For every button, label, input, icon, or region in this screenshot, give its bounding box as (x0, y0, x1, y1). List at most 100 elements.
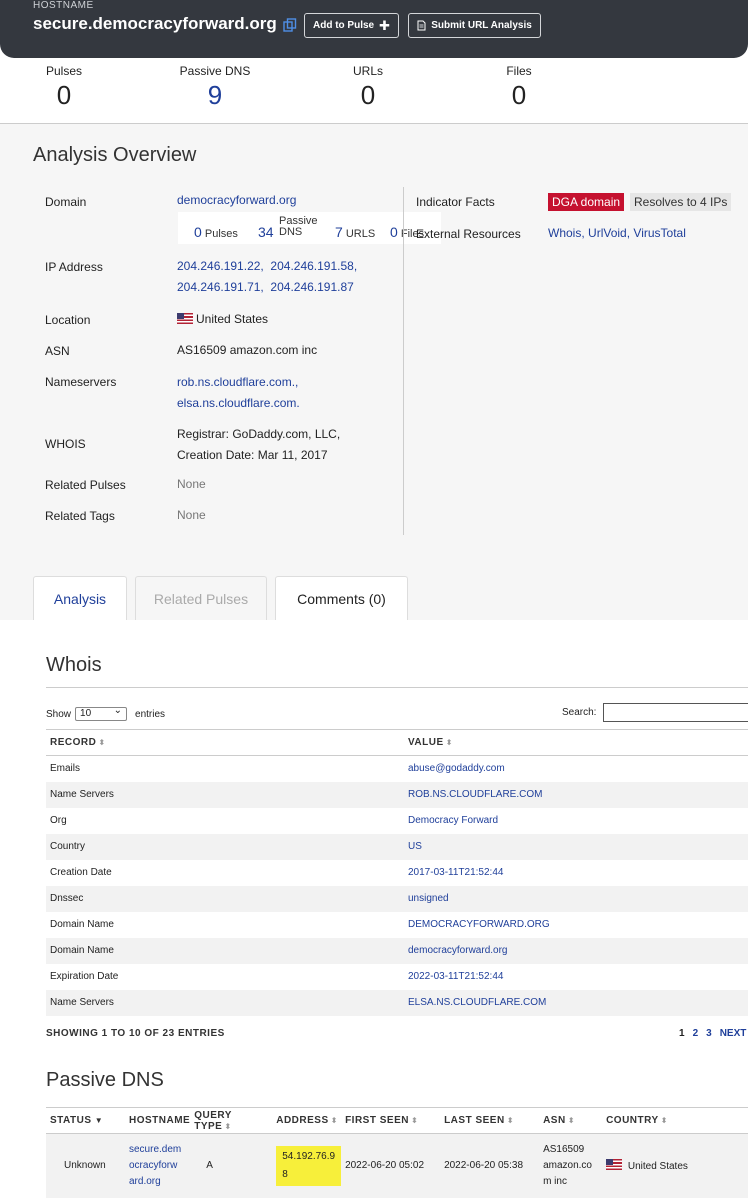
search-label: Search: (562, 707, 597, 718)
document-icon (417, 20, 426, 31)
col-status[interactable]: STATUS ▼ (46, 1107, 125, 1134)
value-cell[interactable]: US (404, 833, 748, 860)
col-query-type[interactable]: QUERY TYPE ⬍ (190, 1107, 273, 1134)
col-asn[interactable]: ASN ⬍ (539, 1107, 603, 1134)
submit-url-analysis-button[interactable]: Submit URL Analysis (408, 13, 541, 38)
ip-link[interactable]: 204.246.191.22, (177, 259, 264, 273)
tab-related-pulses[interactable]: Related Pulses (135, 576, 267, 620)
value-cell[interactable]: Democracy Forward (404, 808, 748, 834)
record-cell: Name Servers (46, 781, 404, 808)
country-text: United States (627, 1161, 688, 1173)
asn-text: amazon.co (543, 1159, 592, 1171)
stat-urls[interactable]: URLs 0 (342, 64, 394, 111)
virustotal-link[interactable]: VirusTotal (633, 226, 685, 240)
col-country[interactable]: COUNTRY ⬍ (602, 1107, 748, 1134)
tab-analysis[interactable]: Analysis (33, 576, 127, 620)
mini-pulses[interactable]: 0 Pulses (194, 224, 238, 240)
entries-select[interactable]: 10 (75, 705, 128, 721)
us-flag-icon (177, 313, 193, 324)
col-record[interactable]: RECORD ⬍ (46, 729, 404, 756)
stat-files[interactable]: Files 0 (493, 64, 545, 111)
col-label: ADDRESS (276, 1115, 329, 1126)
related-tags-value: None (177, 508, 206, 522)
mini-value: 0 (194, 224, 202, 240)
col-label: STATUS (50, 1115, 92, 1126)
table-header-row: RECORD ⬍ VALUE ⬍ (46, 729, 748, 756)
domain-link[interactable]: democracyforward.org (177, 193, 296, 207)
hostname-link[interactable]: ard.org (129, 1176, 161, 1187)
ip-link[interactable]: 204.246.191.71, (177, 280, 264, 294)
tab-comments[interactable]: Comments (0) (275, 576, 408, 620)
filter-icon[interactable]: ▼ (95, 1116, 103, 1125)
hostname-label: HOSTNAME (33, 0, 94, 11)
overview-divider (403, 187, 404, 535)
asn-value: AS16509 amazon.com inc (177, 343, 318, 357)
address-highlight[interactable]: 54.192.76.9 8 (276, 1145, 342, 1186)
mini-value: 7 (335, 224, 343, 240)
table-row: Org Democracy Forward (46, 808, 748, 834)
hostname-link[interactable]: ocracyforw (129, 1160, 177, 1171)
col-last-seen[interactable]: LAST SEEN ⬍ (440, 1107, 540, 1134)
nameserver-link[interactable]: elsa.ns.cloudflare.com. (177, 396, 300, 410)
col-label: RECORD (50, 737, 97, 748)
value-cell[interactable]: ELSA.NS.CLOUDFLARE.COM (404, 989, 748, 1016)
value-cell[interactable]: abuse@godaddy.com (404, 756, 748, 782)
page-3[interactable]: 3 (706, 1028, 712, 1039)
query-type-cell: A (190, 1133, 273, 1198)
col-first-seen[interactable]: FIRST SEEN ⬍ (341, 1107, 441, 1134)
related-tags-label: Related Tags (45, 509, 115, 523)
value-cell[interactable]: 2017-03-11T21:52:44 (404, 860, 748, 886)
mini-label: Pulses (204, 228, 238, 240)
show-label: Show (46, 708, 72, 720)
mini-urls[interactable]: 7 URLS (335, 224, 375, 240)
record-cell: Name Servers (46, 989, 404, 1016)
page-2[interactable]: 2 (693, 1028, 699, 1039)
mini-label: DNS (279, 226, 303, 238)
sort-icon: ⬍ (224, 1121, 232, 1131)
col-label: VALUE (408, 737, 444, 748)
add-to-pulse-button[interactable]: Add to Pulse ✚ (304, 13, 399, 38)
nameserver-link[interactable]: rob.ns.cloudflare.com., (177, 375, 298, 389)
page-header: HOSTNAME secure.democracyforward.org Add… (0, 0, 748, 58)
resolves-badge: Resolves to 4 IPs (630, 193, 732, 211)
nameservers-label: Nameservers (45, 375, 117, 389)
related-pulses-value: None (177, 477, 206, 491)
value-cell[interactable]: unsigned (404, 885, 748, 912)
ip-link[interactable]: 204.246.191.87 (270, 280, 353, 294)
address-text: 8 (282, 1168, 288, 1180)
value-cell[interactable]: 2022-03-11T21:52:44 (404, 964, 748, 990)
record-cell: Org (50, 815, 67, 826)
mini-passive-dns[interactable]: 34 (258, 224, 274, 240)
value-cell[interactable]: ROB.NS.CLOUDFLARE.COM (404, 781, 748, 808)
urlvoid-link[interactable]: UrlVoid, (588, 226, 630, 240)
stat-passive-dns[interactable]: Passive DNS 9 (172, 64, 258, 111)
showing-entries: SHOWING 1 TO 10 OF 23 ENTRIES (46, 1028, 225, 1039)
table-row: Domain Name democracyforward.org (46, 937, 748, 964)
col-hostname[interactable]: HOSTNAME (125, 1107, 191, 1134)
copy-icon[interactable] (283, 18, 297, 32)
sort-icon: ⬍ (660, 1116, 668, 1125)
hostname-cell[interactable]: secure.dem ocracyforw ard.org (125, 1133, 191, 1198)
col-address[interactable]: ADDRESS ⬍ (272, 1107, 342, 1134)
mini-value: 34 (258, 224, 274, 240)
ip-label: IP Address (45, 260, 103, 274)
address-cell[interactable]: 54.192.76.9 8 (272, 1133, 342, 1198)
value-cell[interactable]: democracyforward.org (404, 937, 748, 964)
value-cell[interactable]: DEMOCRACYFORWARD.ORG (404, 912, 748, 938)
ip-link[interactable]: 204.246.191.58, (270, 259, 357, 273)
page-1[interactable]: 1 (679, 1028, 685, 1039)
external-resources-links: Whois, UrlVoid, VirusTotal (548, 223, 686, 244)
next-page[interactable]: NEXT (720, 1028, 747, 1039)
hostname-link[interactable]: secure.dem (129, 1144, 181, 1155)
record-cell: Country (46, 833, 404, 860)
nameservers-list: rob.ns.cloudflare.com., elsa.ns.cloudfla… (177, 372, 300, 414)
domain-value[interactable]: democracyforward.org (177, 190, 296, 211)
stats-bar: Pulses 0 Passive DNS 9 URLs 0 Files 0 (0, 58, 748, 124)
whois-link[interactable]: Whois, (548, 226, 585, 240)
col-value[interactable]: VALUE ⬍ (404, 729, 748, 756)
stat-pulses[interactable]: Pulses 0 (38, 64, 90, 111)
search-input[interactable] (603, 703, 748, 722)
domain-label: Domain (45, 195, 87, 209)
whois-label: WHOIS (45, 437, 86, 451)
table-row: Name Servers ROB.NS.CLOUDFLARE.COM (46, 781, 748, 808)
